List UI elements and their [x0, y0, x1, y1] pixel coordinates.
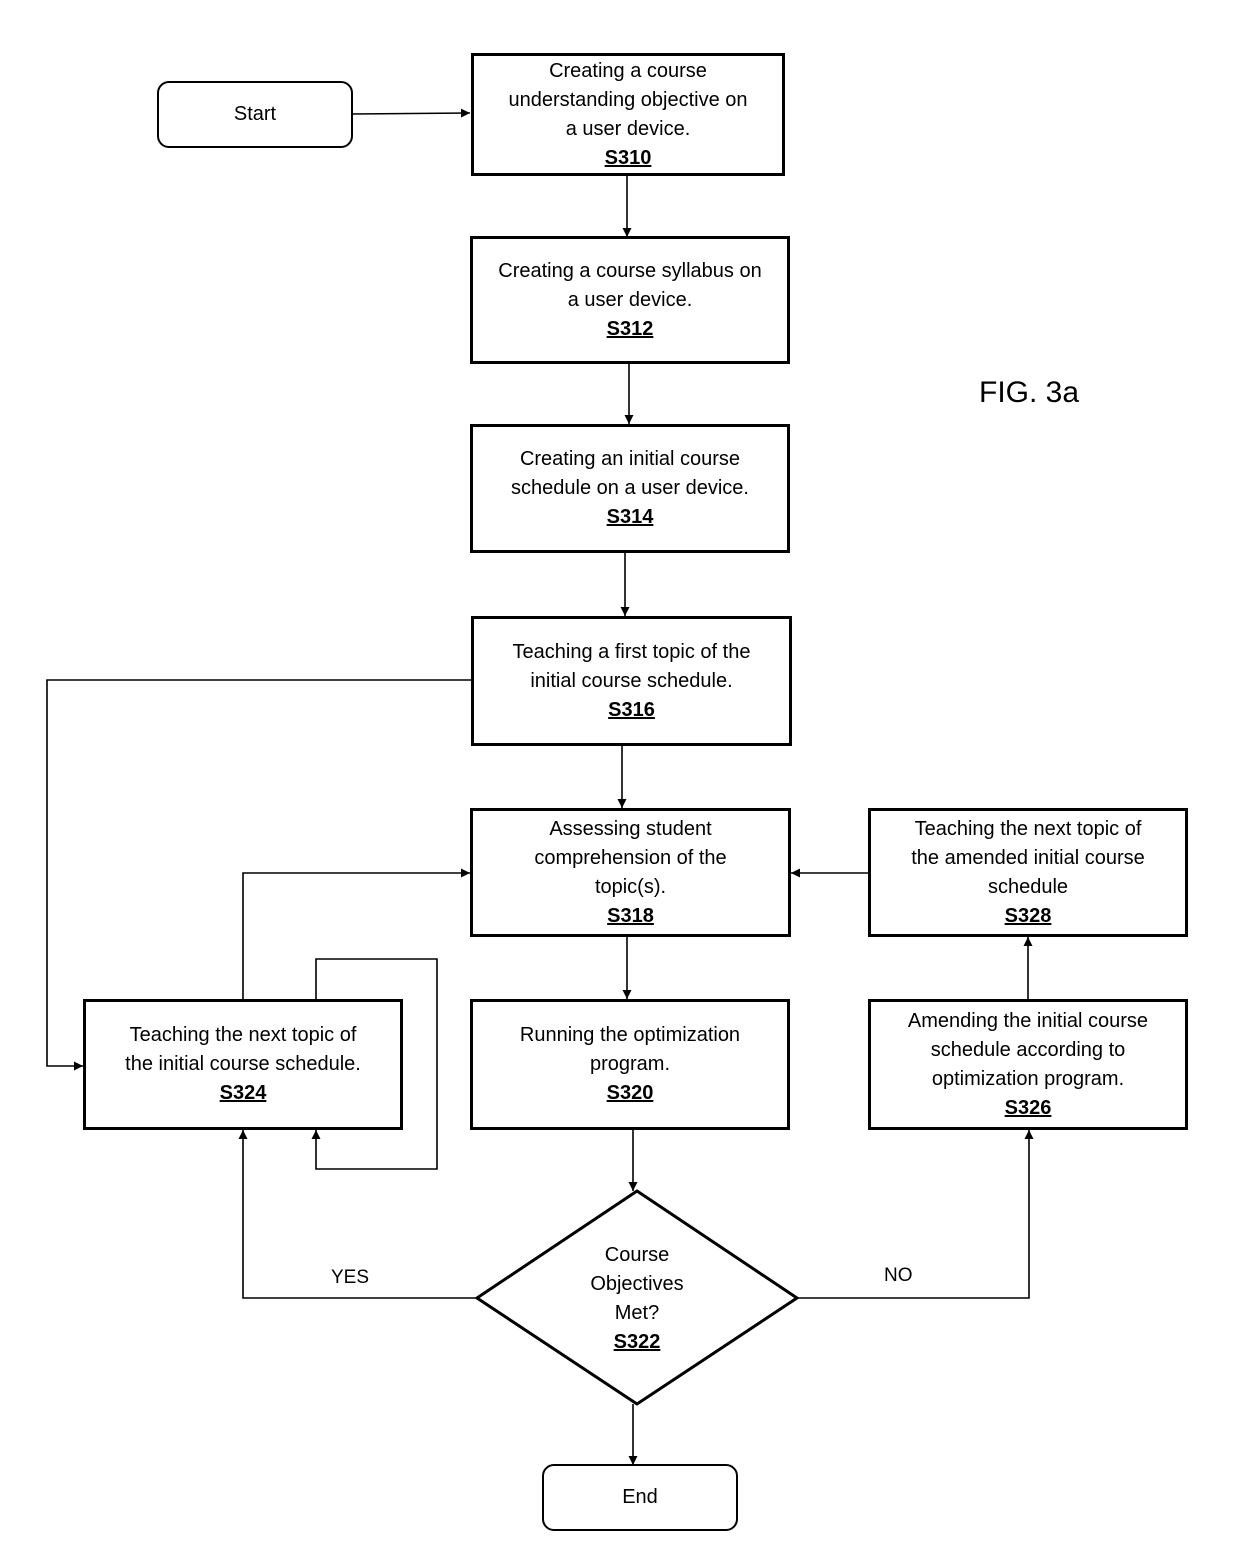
arrow-s322-no-to-s326 [797, 1130, 1034, 1299]
step-s318: Assessing student comprehension of the t… [470, 808, 791, 937]
step-code: S310 [604, 146, 652, 169]
end-terminal: End [542, 1464, 738, 1531]
step-text-line: Creating a course syllabus on [498, 259, 762, 282]
step-text-line: schedule on a user device. [511, 477, 749, 499]
start-terminal: Start [157, 81, 353, 148]
step-text-line: Creating a course [549, 59, 707, 82]
step-text-line: Assessing student [549, 817, 712, 840]
step-code: S312 [606, 317, 654, 340]
step-s310: Creating a course understanding objectiv… [471, 53, 785, 176]
step-text-line: program. [589, 1053, 671, 1075]
step-s314: Creating an initial course schedule on a… [470, 424, 790, 553]
step-s324: Teaching the next topic of the initial c… [83, 999, 403, 1130]
step-code: S316 [608, 698, 655, 721]
step-code: S324 [219, 1082, 267, 1104]
step-text-line: a user device. [565, 117, 691, 140]
yes-branch-label: YES [331, 1267, 370, 1288]
step-text-line: optimization program. [931, 1067, 1125, 1090]
step-text-line: the initial course schedule. [125, 1053, 361, 1075]
step-text-line: Creating an initial course [519, 448, 741, 470]
end-label: End [622, 1486, 658, 1508]
decision-text-line: Objectives [590, 1273, 684, 1295]
step-text-line: Teaching the next topic of [129, 1024, 357, 1046]
step-code: S314 [606, 506, 654, 528]
step-text-line: Teaching a first topic of the [512, 640, 751, 663]
step-code: S320 [606, 1082, 654, 1104]
step-text-line: the amended initial course [911, 846, 1145, 869]
step-s320: Running the optimization program. S320 [470, 999, 790, 1130]
step-code: S326 [1004, 1096, 1052, 1119]
decision-text-line: Course [604, 1244, 670, 1266]
arrow-start-to-s310 [351, 108, 471, 118]
figure-label: FIG. 3a [979, 376, 1080, 409]
no-branch-label: NO [884, 1265, 913, 1286]
step-text-line: topic(s). [594, 875, 667, 898]
step-s326: Amending the initial course schedule acc… [868, 999, 1188, 1130]
step-text-line: a user device. [567, 288, 693, 311]
start-label: Start [233, 103, 277, 125]
step-text-line: understanding objective on [508, 88, 748, 111]
step-s316: Teaching a first topic of the initial co… [471, 616, 792, 746]
step-code: S318 [607, 904, 654, 927]
step-text-line: Amending the initial course [907, 1009, 1149, 1032]
step-text-line: Teaching the next topic of [914, 817, 1142, 840]
step-text-line: schedule according to [930, 1038, 1126, 1061]
arrow-s324-to-s318 [242, 868, 470, 999]
step-text-line: schedule [987, 875, 1069, 898]
step-text-line: initial course schedule. [530, 669, 733, 692]
step-s328: Teaching the next topic of the amended i… [868, 808, 1188, 937]
step-code: S328 [1004, 904, 1052, 927]
step-text-line: comprehension of the [534, 846, 727, 869]
decision-text-line: Met? [614, 1302, 660, 1324]
step-s312: Creating a course syllabus on a user dev… [470, 236, 790, 364]
step-text-line: Running the optimization [519, 1024, 741, 1046]
decision-s322-text: Course Objectives Met? S322 [557, 1238, 717, 1360]
step-code: S322 [613, 1331, 661, 1353]
